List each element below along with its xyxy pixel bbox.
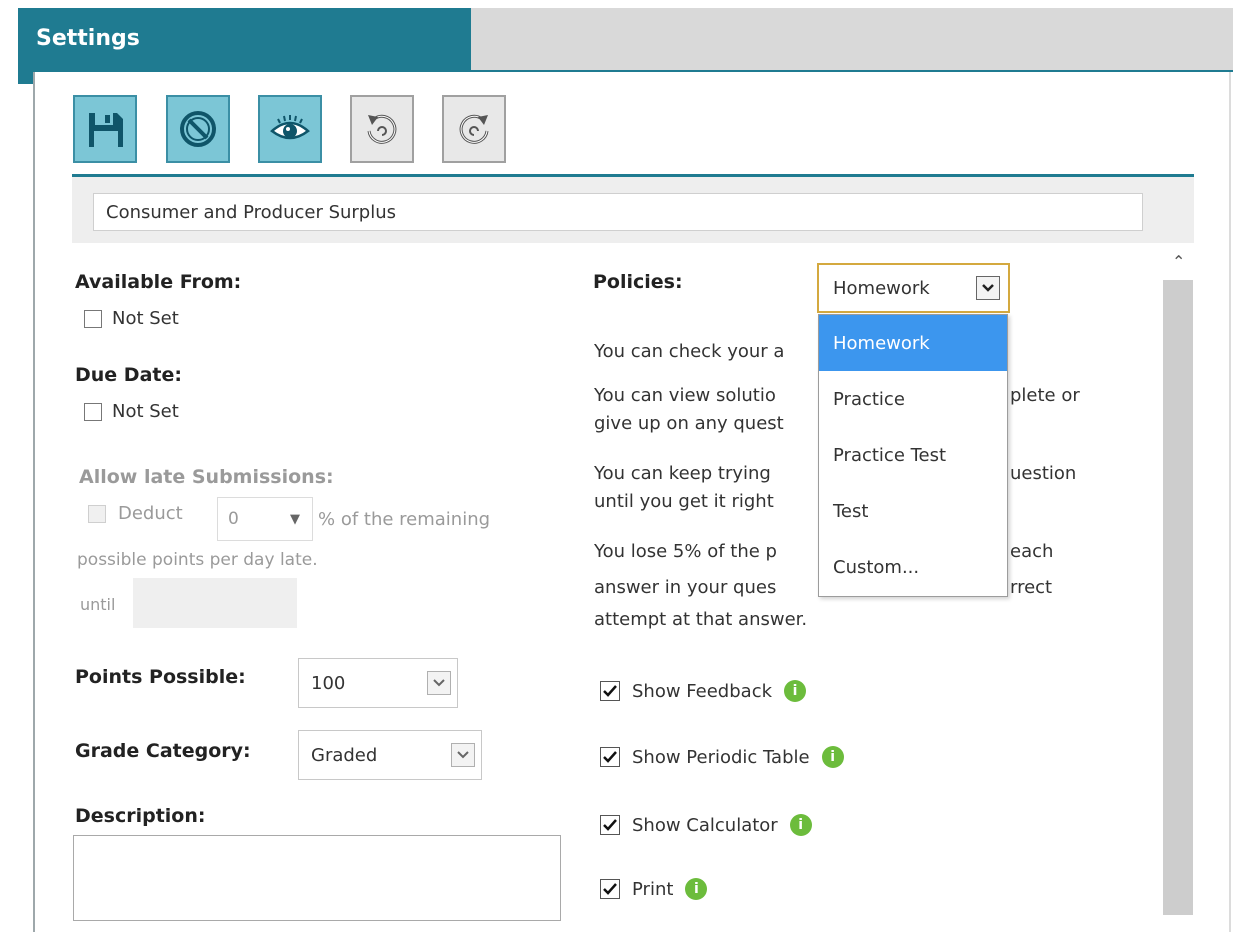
late-deduct-row: Deduct: [88, 503, 183, 524]
policy-line-4: You lose 5% of the p: [594, 541, 777, 562]
due-date-notset-label: Not Set: [112, 401, 179, 422]
due-date-label: Due Date:: [75, 364, 182, 386]
preview-button[interactable]: [258, 95, 322, 163]
due-date-checkbox[interactable]: [84, 402, 102, 421]
panel-right-border: [1229, 72, 1231, 932]
policy-option-custom[interactable]: Custom...: [819, 539, 1007, 595]
prohibited-icon: [180, 111, 216, 147]
policies-label: Policies:: [593, 271, 683, 293]
policy-line-2b: plete or: [1010, 385, 1080, 406]
policy-line-3b: uestion: [1010, 463, 1077, 484]
undo-button[interactable]: [350, 95, 414, 163]
policy-line-2: You can view solutio: [594, 385, 776, 406]
deduct-line2: possible points per day late.: [77, 550, 318, 570]
info-icon[interactable]: i: [784, 680, 807, 702]
show-periodic-table-label: Show Periodic Table: [632, 746, 810, 768]
policies-selected-value: Homework: [833, 277, 930, 299]
available-from-checkbox[interactable]: [84, 309, 102, 328]
cancel-button[interactable]: [166, 95, 230, 163]
policy-line-1: You can check your a: [594, 341, 785, 362]
show-calculator-checkbox[interactable]: [600, 815, 620, 835]
policy-option-practice-test[interactable]: Practice Test: [819, 427, 1007, 483]
deduct-percent-select[interactable]: 0 ▼: [217, 497, 313, 541]
floppy-disk-icon: [89, 113, 123, 147]
show-feedback-label: Show Feedback: [632, 680, 773, 702]
policy-line-3: You can keep trying: [594, 463, 771, 484]
deduct-percent-value: 0: [228, 509, 239, 529]
chevron-down-icon: ▼: [290, 511, 300, 527]
scrollbar[interactable]: [1163, 280, 1193, 915]
tab-corner: [18, 72, 33, 84]
show-periodic-table-option[interactable]: Show Periodic Table i: [600, 746, 844, 768]
points-possible-label: Points Possible:: [75, 666, 246, 688]
policy-line-2c: give up on any quest: [594, 413, 784, 434]
until-label: until: [80, 595, 116, 614]
policy-line-4c: answer in your ques: [594, 577, 777, 598]
policies-select[interactable]: Homework: [817, 263, 1010, 313]
eye-icon: [270, 115, 310, 140]
undo-icon: [367, 114, 397, 144]
available-from-notset-label: Not Set: [112, 308, 179, 329]
policy-line-4e: attempt at that answer.: [594, 609, 808, 630]
info-icon[interactable]: i: [821, 746, 844, 768]
policies-dropdown-list: Homework Practice Practice Test Test Cus…: [818, 314, 1008, 597]
deduct-label: Deduct: [118, 503, 183, 524]
info-icon[interactable]: i: [789, 814, 812, 836]
chevron-down-icon: [427, 671, 451, 695]
assignment-title-input[interactable]: [93, 193, 1143, 231]
policy-line-4d: rrect: [1010, 577, 1053, 598]
info-icon[interactable]: i: [685, 878, 708, 900]
deduct-after-text: % of the remaining: [318, 509, 491, 530]
show-periodic-table-checkbox[interactable]: [600, 747, 620, 767]
show-calculator-label: Show Calculator: [632, 814, 778, 836]
late-submissions-label: Allow late Submissions:: [79, 466, 334, 488]
show-feedback-option[interactable]: Show Feedback i: [600, 680, 807, 702]
grade-category-label: Grade Category:: [75, 740, 251, 762]
policy-option-practice[interactable]: Practice: [819, 371, 1007, 427]
redo-icon: [459, 114, 489, 144]
description-textarea[interactable]: [73, 835, 561, 921]
show-calculator-option[interactable]: Show Calculator i: [600, 814, 812, 836]
page-title: Settings: [36, 26, 140, 51]
policy-line-4b: each: [1010, 541, 1054, 562]
print-label: Print: [632, 878, 674, 900]
grade-category-value: Graded: [311, 744, 378, 766]
policy-option-test[interactable]: Test: [819, 483, 1007, 539]
print-checkbox[interactable]: [600, 879, 620, 899]
print-option[interactable]: Print i: [600, 878, 708, 900]
save-button[interactable]: [73, 95, 137, 163]
scroll-up-icon[interactable]: ⌃: [1172, 252, 1185, 271]
due-date-notset[interactable]: Not Set: [84, 401, 179, 422]
show-feedback-checkbox[interactable]: [600, 681, 620, 701]
redo-button[interactable]: [442, 95, 506, 163]
panel-left-border: [33, 72, 35, 932]
policy-line-3c: until you get it right: [594, 491, 774, 512]
points-possible-select[interactable]: 100: [298, 658, 458, 708]
policy-option-homework[interactable]: Homework: [819, 315, 1007, 371]
until-date-input[interactable]: [133, 578, 297, 628]
available-from-notset[interactable]: Not Set: [84, 308, 179, 329]
description-label: Description:: [75, 805, 206, 827]
late-deduct-checkbox[interactable]: [88, 504, 106, 523]
tab-underline: [18, 70, 1233, 72]
chevron-down-icon: [976, 276, 1000, 300]
points-possible-value: 100: [311, 672, 346, 694]
chevron-down-icon: [451, 743, 475, 767]
available-from-label: Available From:: [75, 271, 242, 293]
grade-category-select[interactable]: Graded: [298, 730, 482, 780]
